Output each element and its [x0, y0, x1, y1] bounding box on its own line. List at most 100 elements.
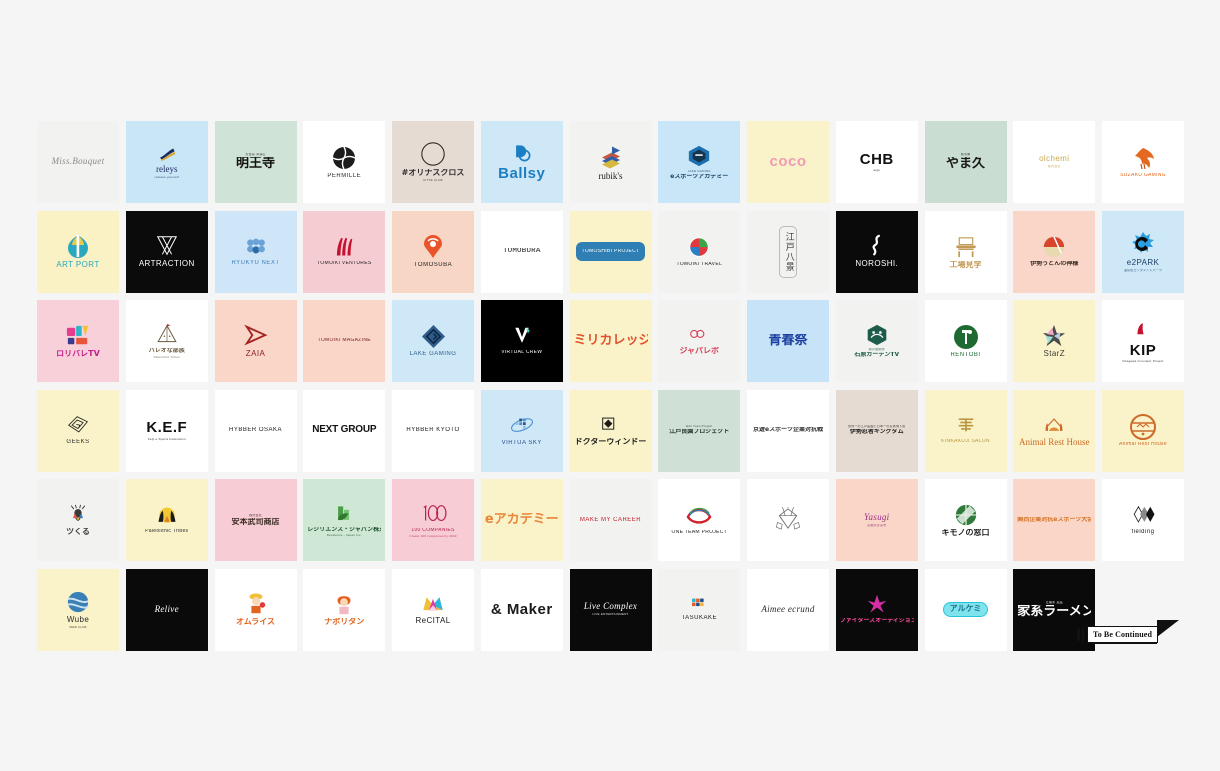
logo-tile-orinas-cross[interactable]: #オリナスクロス KITTE CLUB: [392, 121, 474, 203]
logo-tile-noroshi[interactable]: NOROSHI.: [835, 210, 918, 293]
logo-wordmark: 工場見学: [949, 260, 982, 269]
logo-wordmark: 明王寺: [235, 157, 275, 171]
logo-tile-paleolithic-tribes-2[interactable]: Paleolithic Tribes: [125, 479, 208, 561]
logo-tile-aimee-ecrund[interactable]: Aimee ecrund: [747, 568, 829, 651]
logo-wordmark: ZAIA: [245, 349, 266, 358]
logo-tile-hybber-kyoto[interactable]: HYBBER KYOTO: [392, 389, 474, 472]
logo-tile-live-complex[interactable]: Live Complex LIVE ENTERTAINMENT: [569, 568, 652, 651]
logo-tile-edo-ryoen[interactable]: Edo Yoen Project 江戸良園プロジェクト: [658, 389, 741, 472]
logo-wordmark: レジリエンス・ジャパン株式会社: [307, 526, 381, 533]
logo-wordmark: TOMOSHIBI PROJECT: [581, 248, 640, 254]
logo-tile-fighters-audition[interactable]: ファイターズオーディション: [835, 568, 918, 651]
logo-tile-kip[interactable]: KIP Kitagawa Innovator Project: [1102, 300, 1184, 382]
logo-tile-lake-gaming[interactable]: LAKE GAMING: [392, 300, 474, 382]
logo-tile-next-group[interactable]: NEXT GROUP: [303, 389, 386, 472]
logo-tile-japalabo[interactable]: ジャパレボ: [658, 300, 741, 382]
logo-tile-myouou-ji[interactable]: 天台宗 清涼山 明王寺: [214, 121, 297, 203]
logo-tile-midori-mahoukan[interactable]: 緑の魔術師 石原ガーデンTV: [835, 300, 918, 382]
logo-tile-kef[interactable]: K.E.F Keiji e-Sports Federation: [125, 389, 208, 472]
logo-tile-roribare-tv[interactable]: ロリバレTV: [37, 300, 119, 382]
logo-tile-napolitan[interactable]: ナポリタン: [303, 568, 386, 651]
logo-wordmark: ART PORT: [56, 261, 100, 270]
logo-tile-starz[interactable]: StarZ: [1013, 300, 1096, 382]
logo-tagline: LAKE GAMING: [687, 169, 711, 173]
logo-tile-virtual-crew[interactable]: VIRTUAL CREW: [480, 300, 563, 382]
logo-tile-animal-rest-house[interactable]: Animal Rest House: [1013, 389, 1096, 472]
logo-tile-tsukuru[interactable]: ツくる: [37, 479, 119, 561]
logo-tile-coco[interactable]: coco: [747, 121, 829, 203]
logo-tile-art-port[interactable]: ART PORT: [37, 210, 119, 293]
logo-tile-one-team-project[interactable]: ONE TEAM PROJECT: [658, 479, 741, 561]
logo-tile-tomoshibi-project[interactable]: TOMOSHIBI PROJECT: [569, 210, 652, 293]
logo-wordmark: ツくる: [66, 527, 90, 536]
logo-tile-ise-ninja-kingdom[interactable]: 世界一の江戸庭園と日本一の忍者城下街 伊勢忍者キングダム: [835, 389, 918, 472]
logo-tile-tomoiki-ventures[interactable]: TOMOIKI VENTURES: [303, 210, 386, 293]
logo-tile-olchemi[interactable]: olchemi 株式会社: [1013, 121, 1096, 203]
logo-tile-doctor-window[interactable]: ドクターウィンドー: [569, 389, 652, 472]
logo-tile-seishun-sai[interactable]: 青春祭: [747, 300, 829, 382]
logo-wordmark: rubik's: [598, 171, 623, 181]
logo-tile-koujou-kengaku[interactable]: 工場見学: [924, 210, 1007, 293]
flame-red-icon: [331, 236, 357, 259]
logo-tile-animal-rest-house-2[interactable]: Animal Rest House: [1102, 389, 1184, 472]
logo-frame: 江戸八景: [779, 225, 797, 278]
logo-tile-miricollege[interactable]: ミリカレッジ: [569, 300, 652, 382]
logo-tile-ise-udon[interactable]: 伊勢うどんの神様: [1013, 210, 1096, 293]
logo-tile-yasumoto-takeshi[interactable]: 株式会社 安本武司商店: [214, 479, 297, 561]
logo-tile-diamond-crest[interactable]: [747, 479, 829, 561]
logo-tile-kimono-madoguchi[interactable]: キモノの窓口: [924, 479, 1007, 561]
logo-tile-wube[interactable]: Wube WEB CLUB: [37, 568, 119, 651]
logo-tile-make-my-career[interactable]: MAKE MY CAREER: [569, 479, 652, 561]
logo-tile-recital[interactable]: ReCITAL: [392, 568, 474, 651]
logo-tile-edo-hakkei[interactable]: 江戸八景: [747, 210, 829, 293]
logo-tile-relive[interactable]: Relive: [125, 568, 208, 651]
smoke-icon: [865, 234, 889, 258]
logo-tile-kinkakuji-salon[interactable]: KINKAKUJI SALON: [924, 389, 1007, 472]
logo-wordmark: ロリバレTV: [56, 349, 100, 358]
logo-tile-suzaku-gaming[interactable]: SUZAKU GAMING: [1102, 121, 1184, 203]
logo-tile-yamaq[interactable]: 魚河岸 やま久: [924, 121, 1007, 203]
logo-tile-tomosuba[interactable]: TOMOSUBA: [392, 210, 474, 293]
logo-tile-paleolithic-tribes[interactable]: パレオな部族 Paleolithic Tribes: [125, 300, 208, 382]
logo-tile-omurice[interactable]: オムライス: [214, 568, 297, 651]
logo-tile-and-maker[interactable]: & Maker: [480, 568, 563, 651]
logo-wordmark: 伊勢忍者キングダム: [849, 429, 904, 436]
logo-tile-zaia[interactable]: ZAIA: [214, 300, 297, 382]
logo-tile-resilience-japan[interactable]: レジリエンス・ジャパン株式会社Resilience - Japan Inc.: [303, 479, 386, 561]
logo-tile-lake-gaming-academy[interactable]: LAKE GAMING eスポーツアカデミー: [658, 121, 741, 203]
logo-tile-kansai-esports[interactable]: 関西企業対抗eスポーツ大会: [1013, 479, 1096, 561]
logo-tile-virtua-sky[interactable]: VIRTUA SKY: [480, 389, 563, 472]
logo-tagline: 温泉街エンタメントパーク: [1123, 268, 1163, 272]
logo-tile-ballsy[interactable]: Ballsy: [480, 121, 563, 203]
logo-tile-e-academy[interactable]: eアカデミー: [480, 479, 563, 561]
logo-tile-fielding[interactable]: fielding: [1102, 479, 1184, 561]
logo-tile-ryukyu-next[interactable]: RYUKYU NEXT: [214, 210, 297, 293]
logo-tile-e2park[interactable]: e2PARK 温泉街エンタメントパーク: [1102, 210, 1184, 293]
logo-tile-tomoiki-travel[interactable]: TOMOIKI TRAVEL: [658, 210, 741, 293]
logo-grid-container: Miss.Bouquet releys release yourself 天台宗 清涼…: [37, 121, 1184, 651]
gcube-icon: [687, 144, 711, 168]
logo-tile-rubiks[interactable]: rubik's: [569, 121, 652, 203]
logo-tile-permille[interactable]: PERMILLE: [303, 121, 386, 203]
logo-tile-chb-arge[interactable]: CHB arge: [835, 121, 918, 203]
logo-tile-hybber-osaka[interactable]: HYBBER OSAKA: [214, 389, 297, 472]
logo-wordmark: KINKAKUJI SALON: [941, 439, 990, 445]
logo-wordmark: e2PARK: [1126, 258, 1160, 267]
logo-tile-releys[interactable]: releys release yourself: [125, 121, 208, 203]
pet-arch-icon: [1041, 414, 1067, 436]
logo-tile-geeks[interactable]: GEEKS: [37, 389, 119, 472]
logo-tile-tasukake[interactable]: TASUKAKE: [658, 568, 741, 651]
logo-wordmark: eスポーツアカデミー: [670, 173, 729, 180]
logo-tile-rentobi[interactable]: RENTOBI: [924, 300, 1007, 382]
logo-tile-artraction[interactable]: ARTRACTION: [125, 210, 208, 293]
logo-tile-yasugi[interactable]: Yasugi 島根県安来市: [835, 479, 918, 561]
logo-wordmark: Aimee ecrund: [761, 604, 815, 614]
logo-tile-kyo-esports[interactable]: 京遊eスポーツ企業対抗戦: [747, 389, 829, 472]
logo-tile-miss-bouquet[interactable]: Miss.Bouquet: [37, 121, 119, 203]
logo-tile-alchemy[interactable]: アルケミ: [924, 568, 1007, 651]
logo-tile-100-companies[interactable]: 100 COMPANIES Create 100 companies by 204…: [392, 479, 474, 561]
logo-wordmark: ドクターウィンドー: [574, 438, 647, 447]
logo-tile-tomobura[interactable]: TOMOBURA: [480, 210, 563, 293]
logo-tile-tomoiki-magazine[interactable]: TOMOIKI MAGAZINE: [303, 300, 386, 382]
crest-icon: [775, 506, 801, 532]
